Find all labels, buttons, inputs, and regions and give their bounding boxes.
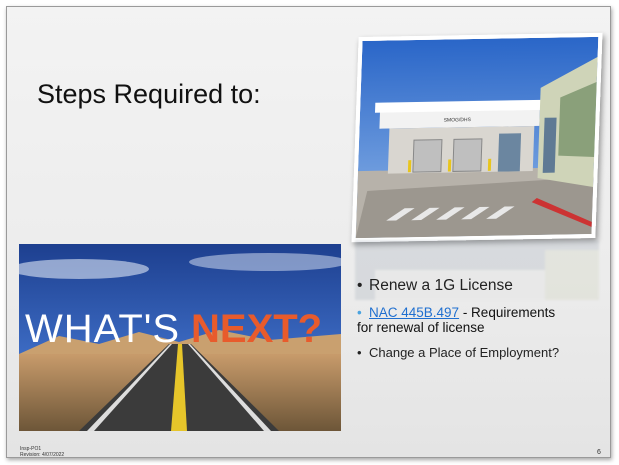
bullet-change-employment: • Change a Place of Employment? <box>357 344 610 361</box>
bullet-renew-text: Renew a 1G License <box>369 277 513 294</box>
bullet-list: • Renew a 1G License • NAC 445B.497 - Re… <box>357 277 610 361</box>
bullet-dot: • <box>357 277 363 294</box>
slide-title: Steps Required to: <box>37 79 261 109</box>
bullet-renew: • Renew a 1G License <box>357 277 610 295</box>
slide: Steps Required to: SMOG/DHS WHAT'S NEXT?… <box>6 6 611 458</box>
building-image: SMOG/DHS <box>355 36 599 239</box>
whats-next-image: WHAT'S NEXT? <box>19 244 341 431</box>
whats-text: WHAT'S <box>25 307 180 351</box>
bullet-dot: • <box>357 344 362 360</box>
bullet-nac-text: - Requirements <box>459 304 556 320</box>
next-text: NEXT? <box>191 307 322 351</box>
slide-footer: Insp-PO1 Revision: 4/07/2022 <box>20 446 64 458</box>
bullet-nac: • NAC 445B.497 - Requirements for renewa… <box>357 304 610 336</box>
page-number: 6 <box>597 449 601 456</box>
building-photo: SMOG/DHS <box>351 32 603 243</box>
bullet-dot: • <box>357 304 362 320</box>
nac-link[interactable]: NAC 445B.497 <box>369 305 459 320</box>
footer-line2: Revision: 4/07/2022 <box>20 452 65 458</box>
building-sign-text: SMOG/DHS <box>444 117 472 123</box>
bullet-change-text: Change a Place of Employment? <box>369 344 560 360</box>
bullet-nac-text-2: for renewal of license <box>357 320 485 336</box>
